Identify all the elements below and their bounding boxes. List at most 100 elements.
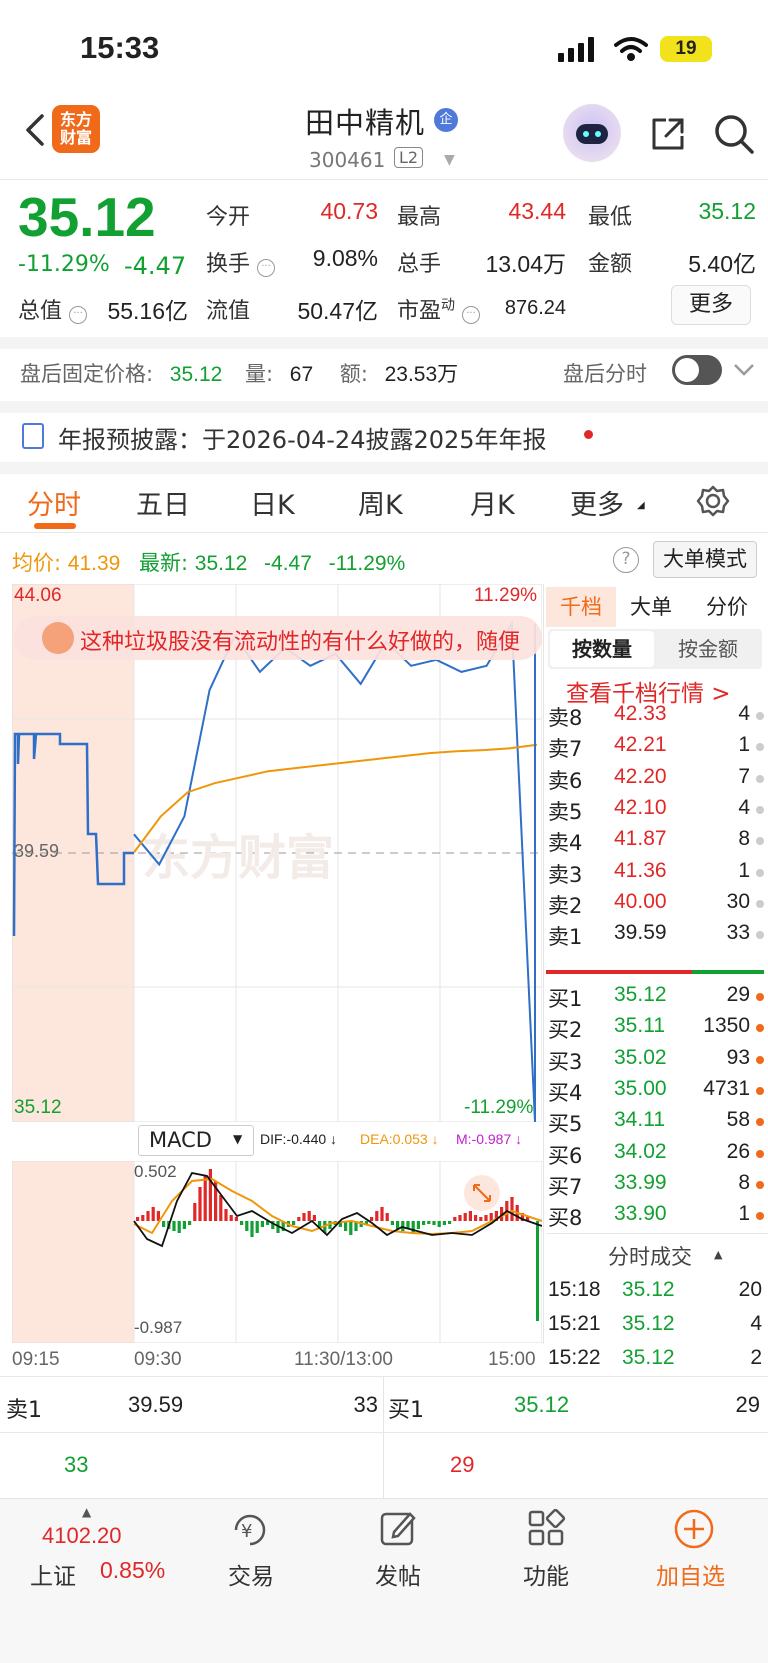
- tab-intraday[interactable]: 分时: [27, 483, 81, 522]
- search-icon[interactable]: [712, 112, 756, 156]
- index-value[interactable]: 4102.20: [42, 1523, 122, 1549]
- index-name[interactable]: 上证: [30, 1557, 76, 1591]
- bid-row[interactable]: 买2 35.11 1350: [546, 1014, 764, 1045]
- bid-row[interactable]: 买5 34.11 58: [546, 1108, 764, 1139]
- bid-row[interactable]: 买3 35.02 93: [546, 1046, 764, 1077]
- level2-badge: L2: [394, 147, 424, 168]
- macd-bar: [208, 1169, 212, 1221]
- tab-big-order[interactable]: 大单: [630, 587, 672, 627]
- macd-dif: DIF:-0.440 ↓: [260, 1131, 338, 1147]
- share-icon[interactable]: [648, 114, 688, 154]
- comment-avatar: [42, 622, 74, 654]
- macd-top-label: 0.502: [134, 1162, 177, 1181]
- nav-add-watchlist[interactable]: 加自选: [656, 1557, 725, 1591]
- nav-functions[interactable]: 功能: [518, 1557, 574, 1591]
- comment-banner[interactable]: 这种垃圾股没有流动性的有什么好做的，随便: [14, 616, 542, 660]
- chevron-down-icon[interactable]: ▼: [444, 152, 455, 168]
- bid-qty: 4731: [703, 1076, 750, 1100]
- enterprise-badge: 企: [434, 108, 458, 132]
- ask-level-label: 卖3: [548, 862, 583, 887]
- big-order-mode-button[interactable]: 大单模式: [653, 541, 757, 578]
- bid-row[interactable]: 买8 33.90 1: [546, 1202, 764, 1233]
- tab-five-day[interactable]: 五日: [136, 483, 190, 522]
- functions-grid-icon[interactable]: [526, 1508, 566, 1548]
- ask-qty: 7: [738, 764, 750, 788]
- macd-selector[interactable]: MACD ▼: [138, 1125, 254, 1156]
- tab-price-distribution[interactable]: 分价: [706, 587, 748, 627]
- nav-trade[interactable]: 交易: [224, 1557, 278, 1591]
- macd-bar: [151, 1207, 155, 1221]
- order-book-subtabs: 按数量 按金额: [548, 629, 762, 669]
- bid-row[interactable]: 买6 34.02 26: [546, 1140, 764, 1171]
- x-label-0930: 09:30: [134, 1349, 182, 1370]
- intraday-chart[interactable]: 东方财富: [12, 584, 542, 1122]
- turnover-label-text: 换手: [206, 252, 251, 277]
- bid-qty: 58: [726, 1108, 750, 1132]
- bid-price: 35.12: [614, 983, 667, 1006]
- nav-post[interactable]: 发帖: [370, 1557, 426, 1591]
- ask-row[interactable]: 卖2 40.00 30: [546, 890, 764, 921]
- amount-value: 5.40亿: [688, 251, 756, 277]
- add-watchlist-icon[interactable]: [673, 1508, 715, 1550]
- watermark: 东方财富: [142, 830, 334, 886]
- tab-thousand-level[interactable]: 千档: [546, 587, 616, 627]
- summary-bid-sub: 29: [450, 1452, 475, 1477]
- info-icon[interactable]: ···: [462, 306, 481, 324]
- summary-bid-price: 35.12: [514, 1392, 570, 1417]
- subtab-by-amount[interactable]: 按金额: [656, 631, 760, 667]
- bid-row[interactable]: 买4 35.00 4731: [546, 1077, 764, 1108]
- subtab-by-quantity[interactable]: 按数量: [550, 631, 654, 667]
- info-icon[interactable]: ···: [69, 306, 88, 324]
- back-arrow-icon[interactable]: [16, 110, 56, 150]
- pct-top-label: 11.29%: [474, 585, 538, 606]
- pe-superscript: 动: [441, 297, 456, 314]
- trade-yen-icon[interactable]: ¥: [228, 1510, 272, 1550]
- ask-row[interactable]: 卖4 41.87 8: [546, 827, 764, 858]
- help-icon[interactable]: ?: [613, 547, 639, 573]
- bid-price: 35.02: [614, 1045, 667, 1069]
- collapse-icon[interactable]: [464, 1175, 500, 1211]
- bid-row[interactable]: 买1 35.12 29: [546, 983, 764, 1014]
- index-pct[interactable]: 0.85%: [100, 1557, 165, 1584]
- ask-row[interactable]: 卖3 41.36 1: [546, 859, 764, 890]
- macd-bar: [188, 1221, 192, 1225]
- ask-row[interactable]: 卖7 42.21 1: [546, 733, 764, 764]
- macd-chart[interactable]: [12, 1161, 542, 1343]
- macd-bar: [162, 1221, 166, 1227]
- tab-weekly-k[interactable]: 周K: [358, 483, 403, 522]
- settings-gear-icon[interactable]: [696, 484, 730, 518]
- summary-bid-qty: 29: [735, 1392, 760, 1417]
- marker-dot: [756, 899, 764, 908]
- ask-qty: 1: [738, 858, 750, 882]
- ask-row[interactable]: 卖1 39.59 33: [546, 921, 764, 952]
- macd-bar: [479, 1217, 483, 1221]
- info-icon[interactable]: ···: [257, 259, 276, 277]
- ask-row[interactable]: 卖6 42.20 7: [546, 765, 764, 796]
- chevron-down-icon[interactable]: [733, 362, 755, 378]
- macd-bar: [203, 1175, 207, 1221]
- ask-row[interactable]: 卖8 42.33 4: [546, 702, 764, 733]
- tab-more[interactable]: 更多: [570, 483, 624, 522]
- open-value: 40.73: [320, 198, 378, 224]
- app-logo[interactable]: 东方 财富: [52, 105, 100, 153]
- tick-qty: 2: [750, 1346, 762, 1369]
- tab-daily-k[interactable]: 日K: [250, 483, 295, 522]
- tick-time: 15:21: [548, 1312, 601, 1335]
- ask-row[interactable]: 卖5 42.10 4: [546, 796, 764, 827]
- macd-bar: [536, 1221, 539, 1321]
- ticks-title[interactable]: 分时成交: [608, 1241, 692, 1271]
- announcement-text[interactable]: 年报预披露：于2026-04-24披露2025年年报: [58, 420, 547, 455]
- post-edit-icon[interactable]: [378, 1508, 418, 1548]
- more-button[interactable]: 更多: [671, 285, 751, 325]
- bid-row[interactable]: 买7 33.99 8: [546, 1171, 764, 1202]
- summary-ask-qty: 33: [353, 1392, 378, 1417]
- latest-value: 35.12: [194, 552, 248, 575]
- macd-bar: [432, 1221, 436, 1225]
- macd-bar: [250, 1221, 254, 1237]
- macd-bar: [510, 1197, 514, 1221]
- robot-avatar-icon[interactable]: [563, 104, 621, 162]
- tab-monthly-k[interactable]: 月K: [470, 483, 515, 522]
- ask-level-label: 卖2: [548, 893, 583, 918]
- macd-bar: [141, 1215, 145, 1221]
- tick-price: 35.12: [622, 1312, 675, 1335]
